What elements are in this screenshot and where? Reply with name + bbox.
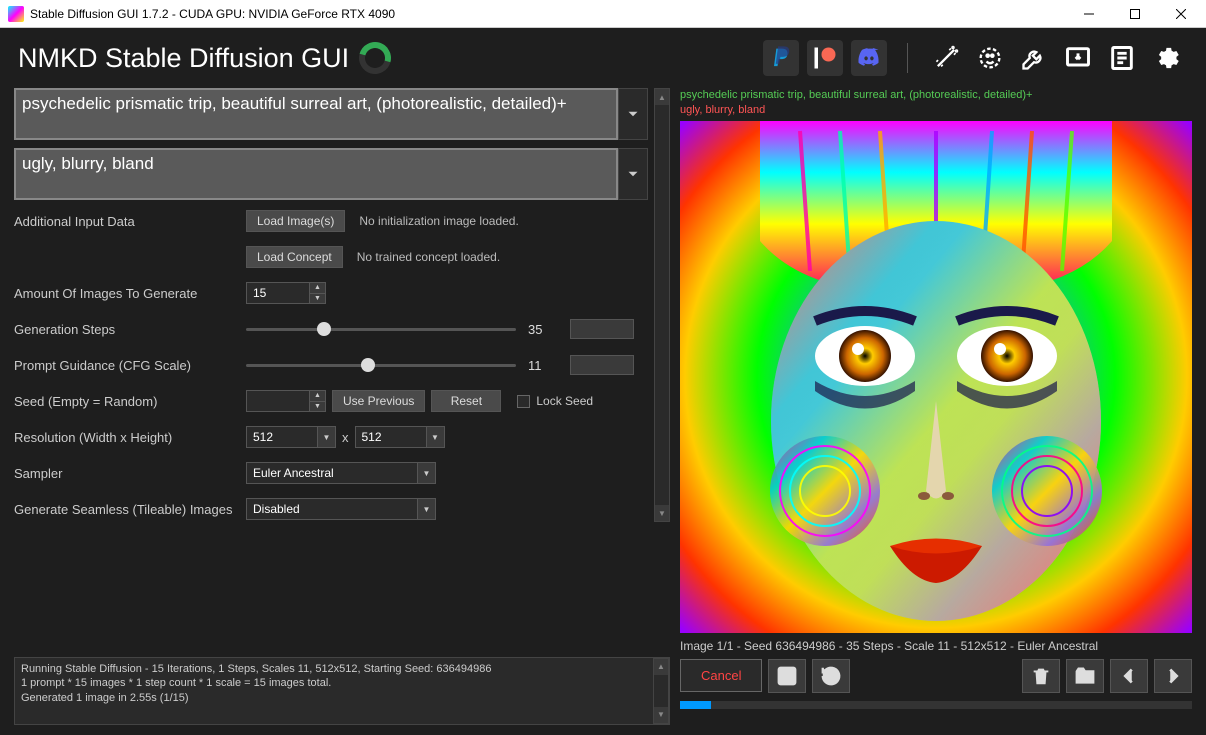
discord-icon[interactable] xyxy=(851,40,887,76)
tileable-label: Generate Seamless (Tileable) Images xyxy=(14,502,246,517)
positive-prompt-input[interactable] xyxy=(14,88,618,140)
window-title: Stable Diffusion GUI 1.7.2 - CUDA GPU: N… xyxy=(30,7,1066,21)
sampler-select[interactable]: Euler Ancestral▼ xyxy=(246,462,436,484)
res-x: x xyxy=(342,430,349,445)
maximize-button[interactable] xyxy=(1112,0,1158,28)
magic-wand-icon[interactable] xyxy=(928,40,964,76)
load-concept-hint: No trained concept loaded. xyxy=(357,250,500,264)
logs-icon[interactable] xyxy=(1104,40,1140,76)
minimize-button[interactable] xyxy=(1066,0,1112,28)
load-images-button[interactable]: Load Image(s) xyxy=(246,210,345,232)
log-line: Running Stable Diffusion - 15 Iterations… xyxy=(21,662,649,676)
settings-icon[interactable] xyxy=(1148,40,1184,76)
cancel-button[interactable]: Cancel xyxy=(680,659,762,692)
install-icon[interactable] xyxy=(1060,40,1096,76)
add-to-queue-button[interactable] xyxy=(768,659,806,693)
steps-slider[interactable] xyxy=(246,319,516,339)
load-concept-button[interactable]: Load Concept xyxy=(246,246,343,268)
positive-prompt-dropdown[interactable] xyxy=(618,88,648,140)
tools-icon[interactable] xyxy=(1016,40,1052,76)
negative-prompt-input[interactable] xyxy=(14,148,618,200)
preview-negative: ugly, blurry, bland xyxy=(680,103,1192,118)
cfg-value: 11 xyxy=(528,358,558,373)
header: NMKD Stable Diffusion GUI xyxy=(0,28,1206,88)
amount-input[interactable]: ▲▼ xyxy=(246,282,326,304)
negative-prompt-dropdown[interactable] xyxy=(618,148,648,200)
tileable-select[interactable]: Disabled▼ xyxy=(246,498,436,520)
app-title: NMKD Stable Diffusion GUI xyxy=(18,43,349,74)
dreambooth-icon[interactable] xyxy=(972,40,1008,76)
steps-box[interactable] xyxy=(570,319,634,339)
amount-label: Amount Of Images To Generate xyxy=(14,286,246,301)
paypal-icon[interactable] xyxy=(763,40,799,76)
use-previous-button[interactable]: Use Previous xyxy=(332,390,425,412)
log-line: 1 prompt * 15 images * 1 step count * 1 … xyxy=(21,676,649,690)
patreon-icon[interactable] xyxy=(807,40,843,76)
load-images-hint: No initialization image loaded. xyxy=(359,214,518,228)
seed-label: Seed (Empty = Random) xyxy=(14,394,246,409)
log-box: Running Stable Diffusion - 15 Iterations… xyxy=(14,657,670,725)
seed-input[interactable]: ▲▼ xyxy=(246,390,326,412)
image-info: Image 1/1 - Seed 636494986 - 35 Steps - … xyxy=(680,639,1192,653)
settings-scrollbar[interactable]: ▲▼ xyxy=(654,88,670,522)
log-scrollbar[interactable]: ▲▼ xyxy=(653,658,669,724)
steps-value: 35 xyxy=(528,322,558,337)
titlebar: Stable Diffusion GUI 1.7.2 - CUDA GPU: N… xyxy=(0,0,1206,28)
cfg-label: Prompt Guidance (CFG Scale) xyxy=(14,358,246,373)
preview-positive: psychedelic prismatic trip, beautiful su… xyxy=(680,88,1192,103)
loading-ring-icon xyxy=(353,36,397,80)
resolution-label: Resolution (Width x Height) xyxy=(14,430,246,445)
steps-label: Generation Steps xyxy=(14,322,246,337)
height-select[interactable]: 512▼ xyxy=(355,426,445,448)
delete-button[interactable] xyxy=(1022,659,1060,693)
history-button[interactable] xyxy=(812,659,850,693)
width-select[interactable]: 512▼ xyxy=(246,426,336,448)
log-line: Generated 1 image in 2.55s (1/15) xyxy=(21,691,649,705)
progress-bar xyxy=(680,701,1192,709)
lock-seed-checkbox[interactable]: Lock Seed xyxy=(517,394,593,408)
cfg-box[interactable] xyxy=(570,355,634,375)
app-icon xyxy=(8,6,24,22)
cfg-slider[interactable] xyxy=(246,355,516,375)
previous-image-button[interactable] xyxy=(1110,659,1148,693)
open-folder-button[interactable] xyxy=(1066,659,1104,693)
preview-image[interactable] xyxy=(680,121,1192,633)
preview-meta: psychedelic prismatic trip, beautiful su… xyxy=(680,88,1192,119)
additional-input-label: Additional Input Data xyxy=(14,214,246,229)
next-image-button[interactable] xyxy=(1154,659,1192,693)
close-button[interactable] xyxy=(1158,0,1204,28)
sampler-label: Sampler xyxy=(14,466,246,481)
reset-button[interactable]: Reset xyxy=(431,390,501,412)
